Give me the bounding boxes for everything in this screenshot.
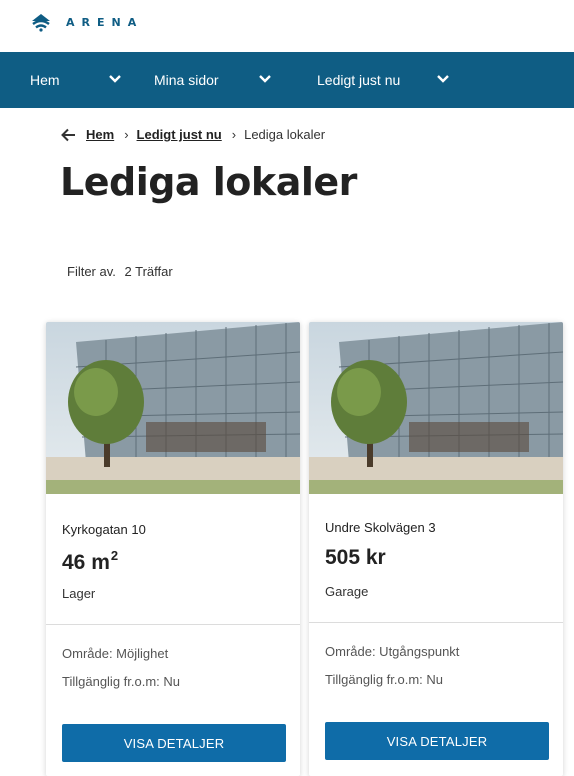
- breadcrumb: Hem › Ledigt just nu › Lediga lokaler: [60, 127, 325, 142]
- listing-address: Undre Skolvägen 3: [325, 520, 436, 535]
- brand-logo[interactable]: ARENA: [30, 12, 143, 32]
- filter-summary: Filter av. 2 Träffar: [67, 264, 178, 279]
- chevron-down-icon[interactable]: [108, 74, 122, 84]
- divider: [46, 624, 300, 625]
- breadcrumb-link-hem[interactable]: Hem: [86, 127, 114, 142]
- listing-value-sup: 2: [110, 548, 119, 563]
- listing-image: [46, 322, 300, 494]
- listing-area: Område: Utgångspunkt: [325, 644, 460, 659]
- view-details-button[interactable]: VISA DETALJER: [62, 724, 286, 762]
- listing-value: 505 kr: [325, 546, 386, 570]
- listing-value-text: 46 m: [62, 551, 110, 574]
- breadcrumb-current: Lediga lokaler: [244, 127, 326, 142]
- listing-address: Kyrkogatan 10: [62, 522, 146, 537]
- listing-card[interactable]: Kyrkogatan 10 46 m2 Lager Område: Möjlig…: [46, 322, 300, 776]
- chevron-right-icon: ›: [231, 127, 237, 142]
- main-nav: Hem Mina sidor Ledigt just nu: [0, 52, 574, 108]
- chevron-down-icon[interactable]: [258, 74, 272, 84]
- nav-item-label: Hem: [30, 72, 60, 88]
- arrow-left-icon[interactable]: [60, 128, 76, 142]
- brand-name: ARENA: [66, 15, 144, 29]
- listing-value: 46 m2: [62, 548, 118, 575]
- listing-image: [309, 322, 563, 494]
- top-bar: ARENA: [0, 0, 574, 52]
- filter-label[interactable]: Filter av.: [67, 264, 116, 279]
- chevron-down-icon[interactable]: [436, 74, 450, 84]
- breadcrumb-link-ledigt-just-nu[interactable]: Ledigt just nu: [137, 127, 222, 142]
- nav-item-ledigt-just-nu[interactable]: Ledigt just nu: [317, 52, 400, 108]
- listing-type: Garage: [325, 584, 369, 599]
- listing-card[interactable]: Undre Skolvägen 3 505 kr Garage Område: …: [309, 322, 563, 776]
- page-title: Lediga lokaler: [60, 160, 357, 204]
- chevron-right-icon: ›: [124, 127, 129, 142]
- nav-item-hem[interactable]: Hem: [30, 52, 60, 108]
- listing-type: Lager: [62, 586, 96, 601]
- view-details-button[interactable]: VISA DETALJER: [325, 722, 549, 760]
- listing-availability: Tillgänglig fr.o.m: Nu: [62, 674, 181, 689]
- nav-item-label: Mina sidor: [154, 72, 219, 88]
- nav-item-mina-sidor[interactable]: Mina sidor: [154, 52, 219, 108]
- wifi-dome-icon: [32, 14, 50, 32]
- hit-count: 2 Träffar: [124, 264, 173, 279]
- divider: [309, 622, 563, 623]
- listing-value-text: 505 kr: [325, 546, 386, 569]
- nav-item-label: Ledigt just nu: [317, 72, 401, 88]
- listing-area: Område: Möjlighet: [62, 646, 169, 661]
- listing-availability: Tillgänglig fr.o.m: Nu: [325, 672, 444, 687]
